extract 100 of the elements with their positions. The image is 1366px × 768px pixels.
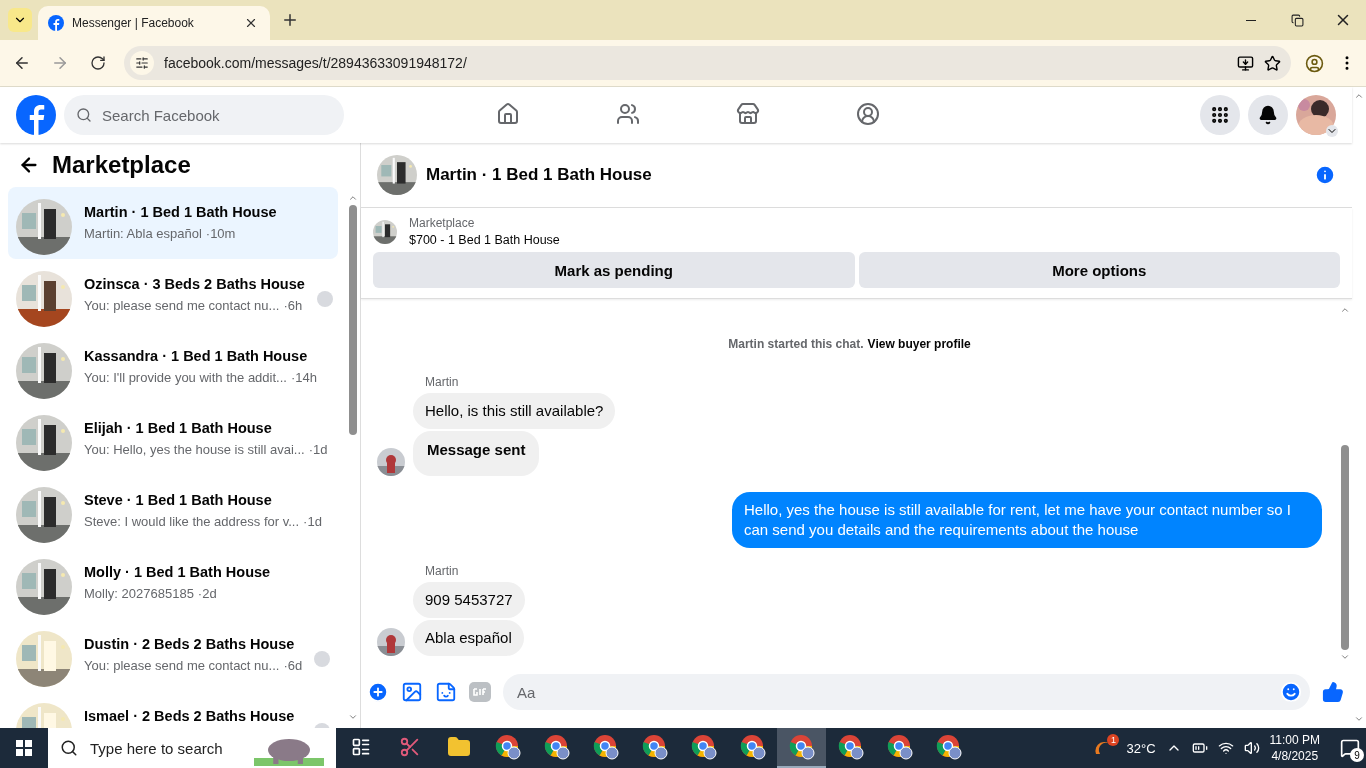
install-app-icon[interactable] (1237, 54, 1254, 72)
account-caret-icon[interactable] (1326, 125, 1338, 137)
message-bubble: Message sent (413, 431, 540, 476)
message-preview: You: I'll provide you with the addit... (84, 370, 287, 386)
message-time: ·6h (283, 298, 303, 314)
grid-icon (1210, 105, 1230, 125)
conversation-item[interactable]: Molly · 1 Bed 1 Bath House Molly: 2027685185 ·2d (8, 547, 338, 619)
message-time: ·10m (205, 226, 236, 242)
thumbs-up-icon[interactable] (1322, 681, 1344, 703)
scroll-up-icon[interactable] (1340, 305, 1350, 315)
scrollbar-thumb[interactable] (349, 205, 357, 435)
chrome-icon (543, 734, 570, 760)
action-button[interactable]: Mark as pending (373, 252, 855, 288)
message-time: ·2d (197, 586, 217, 602)
chrome-icon (494, 734, 521, 760)
conversation-title: Steve · 1 Bed 1 Bath House (84, 491, 272, 510)
facebook-logo (48, 15, 64, 31)
search-input[interactable]: Search Facebook (100, 105, 300, 125)
notification-icon[interactable] (1340, 738, 1360, 758)
conversation-item[interactable]: Martin · 1 Bed 1 Bath House Martin: Abla español ·10m (8, 187, 338, 259)
facebook-logo[interactable] (16, 95, 56, 135)
browser-tab[interactable]: Messenger | Facebook (38, 6, 270, 40)
action-button[interactable]: More options (858, 252, 1340, 288)
bell-icon (1258, 105, 1278, 125)
chrome-icon (837, 734, 864, 760)
site-settings-button[interactable] (130, 51, 154, 75)
clock[interactable]: 11:00 PM 4/8/2025 (1269, 732, 1320, 764)
chrome-icon (641, 734, 668, 760)
chrome-icon (935, 734, 962, 760)
scroll-up-icon[interactable] (348, 193, 358, 203)
conversation-item[interactable]: Kassandra · 1 Bed 1 Bath House You: I'll provide you with the addit... ·14h (8, 331, 338, 403)
message-preview: Steve: I would like the address for v... (84, 514, 300, 530)
battery-icon[interactable] (1191, 740, 1208, 756)
chrome-icon (886, 734, 913, 760)
info-icon[interactable] (1314, 164, 1336, 186)
profile-icon[interactable] (1305, 53, 1324, 73)
conversation-item[interactable]: Dustin · 2 Beds 2 Baths House You: please send me contact nu... ·6d (8, 619, 338, 691)
scissors-icon (398, 736, 421, 758)
message-input[interactable]: Aa (515, 682, 1280, 702)
scroll-up-icon[interactable] (1354, 91, 1364, 101)
message-bubble: Hello, yes the house is still available for rent, let me have your contact number so I can send you details and the requirements about the house (732, 492, 1322, 548)
forward-arrow-icon (51, 54, 69, 72)
message-time: ·1d (308, 442, 328, 458)
scrollbar-thumb[interactable] (1341, 445, 1349, 650)
message-bubble: Abla español (413, 620, 524, 656)
wifi-icon[interactable] (1217, 740, 1234, 756)
task-view-icon (350, 737, 371, 757)
conversation-title: Martin · 1 Bed 1 Bath House (84, 203, 277, 222)
weather-badge: 1 (1107, 734, 1120, 746)
restore-icon (1290, 13, 1304, 27)
message-preview: Martin: Abla español (84, 226, 202, 242)
volume-icon[interactable] (1243, 740, 1260, 756)
tab-search-button[interactable] (8, 8, 32, 32)
taskbar-app[interactable] (777, 728, 826, 768)
conversation-item[interactable]: Elijah · 1 Bed 1 Bath House You: Hello, yes the house is still avai... ·1d (8, 403, 338, 475)
chrome-icon (788, 734, 815, 760)
listing-label: Marketplace (409, 216, 476, 230)
chat-title: Martin · 1 Bed 1 Bath House (426, 165, 653, 185)
listing-title: $700 - 1 Bed 1 Bath House (409, 233, 560, 247)
message-field[interactable]: Aa (503, 674, 1310, 710)
conversation-title: Ismael · 2 Beds 2 Baths House (84, 707, 295, 726)
plus-icon (281, 11, 299, 29)
search-icon (76, 107, 92, 123)
scroll-down-icon[interactable] (1340, 652, 1350, 662)
message-bubble: 909 5453727 (413, 582, 525, 618)
sticker-icon[interactable] (435, 681, 457, 703)
chrome-icon (690, 734, 717, 760)
emoji-icon[interactable] (1280, 681, 1302, 703)
buyer-profile-link[interactable]: View buyer profile (867, 337, 971, 351)
message-preview: Molly: 2027685185 (84, 586, 194, 602)
scroll-down-icon[interactable] (348, 712, 358, 722)
conversation-item[interactable]: Steve · 1 Bed 1 Bath House Steve: I would like the address for v... ·1d (8, 475, 338, 547)
sender-name: Martin (424, 375, 459, 389)
message-time: ·6d (283, 658, 303, 674)
scroll-down-icon[interactable] (1354, 714, 1364, 724)
user-circle-icon (856, 101, 880, 126)
reload-icon (90, 55, 106, 71)
conversation-item[interactable]: Ozinsca · 3 Beds 2 Baths House You: please send me contact nu... ·6h (8, 259, 338, 331)
message-time: ·1d (303, 514, 322, 530)
minimize-icon (1246, 19, 1256, 21)
windows-icon (16, 740, 32, 756)
add-icon[interactable] (367, 681, 389, 703)
search-field[interactable]: Search Facebook (64, 95, 344, 135)
search-icon (60, 739, 78, 757)
chrome-icon (739, 734, 766, 760)
message-preview: You: Hello, yes the house is still avai... (84, 442, 305, 458)
temperature: 32°C (1126, 740, 1156, 756)
menu-button[interactable] (1200, 95, 1240, 135)
sidebar-title: Marketplace (52, 151, 191, 179)
conversation-title: Ozinsca · 3 Beds 2 Baths House (84, 275, 305, 294)
photo-icon[interactable] (401, 681, 423, 703)
people-icon (616, 101, 640, 126)
message-time: ·14h (290, 370, 317, 386)
bookmark-star-icon[interactable] (1264, 54, 1281, 72)
notifications-button[interactable] (1248, 95, 1288, 135)
notification-count: 9 (1350, 748, 1364, 762)
taskbar-search-box[interactable]: Type here to search (48, 728, 336, 768)
chat-notice: Martin started this chat. (728, 337, 864, 351)
home-icon (496, 101, 520, 126)
message-preview: You: please send me contact nu... (84, 658, 280, 674)
